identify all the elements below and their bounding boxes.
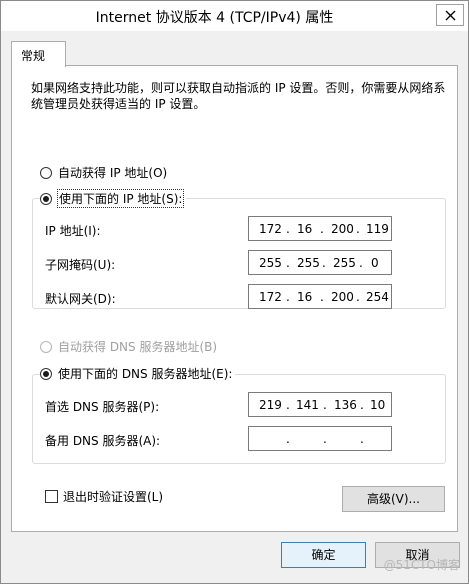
ip-dot: . xyxy=(356,290,360,304)
ip-octet: 16 xyxy=(297,290,313,304)
advanced-button[interactable]: 高级(V)... xyxy=(342,486,445,512)
ip-dot: . xyxy=(286,256,290,270)
ip-dot: . xyxy=(286,398,290,412)
validate-on-exit-option[interactable]: 退出时验证设置(L) xyxy=(45,488,163,505)
ip-octet: 200 xyxy=(331,290,354,304)
auto-ip-radio[interactable] xyxy=(40,166,52,179)
ip-octet: 219 xyxy=(259,398,282,412)
ip-address-field[interactable]: 172 . 16 . 200 . 119 xyxy=(248,216,392,241)
manual-ip-radio[interactable] xyxy=(40,192,52,205)
manual-ip-option[interactable]: 使用下面的 IP 地址(S): xyxy=(40,189,187,208)
auto-ip-option[interactable]: 自动获得 IP 地址(O) xyxy=(40,164,167,181)
auto-dns-label: 自动获得 DNS 服务器地址(B) xyxy=(58,340,218,354)
ip-octet: 255 xyxy=(333,256,356,270)
auto-ip-label: 自动获得 IP 地址(O) xyxy=(58,166,168,180)
properties-dialog: Internet 协议版本 4 (TCP/IPv4) 属性 常规 如果网络支持此… xyxy=(0,0,469,584)
ip-octet: 141 xyxy=(296,398,319,412)
ip-dot: . xyxy=(286,290,290,304)
validate-on-exit-label: 退出时验证设置(L) xyxy=(63,490,164,504)
watermark: @51CTO博客 xyxy=(383,558,460,572)
ip-octet: 10 xyxy=(370,398,386,412)
description-text: 如果网络支持此功能，则可以获取自动指派的 IP 设置。否则，你需要从网络系统管理… xyxy=(31,81,446,111)
auto-dns-option: 自动获得 DNS 服务器地址(B) xyxy=(40,338,217,355)
ip-dot: . xyxy=(323,432,327,446)
ip-dot: . xyxy=(360,398,364,412)
tab-general[interactable]: 常规 xyxy=(11,41,66,67)
title-bar: Internet 协议版本 4 (TCP/IPv4) 属性 xyxy=(1,1,468,31)
ip-octet: 172 xyxy=(259,290,282,304)
close-icon xyxy=(445,10,456,21)
alternate-dns-field[interactable]: . . . xyxy=(248,426,392,451)
ip-dot: . xyxy=(320,222,324,236)
ip-octet: 119 xyxy=(366,222,389,236)
alternate-dns-label: 备用 DNS 服务器(A): xyxy=(45,434,161,448)
ip-octet: 255 xyxy=(259,256,282,270)
auto-dns-radio xyxy=(40,340,52,353)
tab-general-label: 常规 xyxy=(21,49,46,63)
ip-octet: 16 xyxy=(297,222,313,236)
default-gateway-label: 默认网关(D): xyxy=(45,292,116,306)
preferred-dns-label: 首选 DNS 服务器(P): xyxy=(45,400,160,414)
general-tab-panel: 如果网络支持此功能，则可以获取自动指派的 IP 设置。否则，你需要从网络系统管理… xyxy=(11,65,458,532)
manual-dns-label: 使用下面的 DNS 服务器地址(E): xyxy=(58,367,233,381)
ip-dot: . xyxy=(322,256,326,270)
ip-dot: . xyxy=(356,222,360,236)
close-button[interactable] xyxy=(436,4,464,26)
ip-dot: . xyxy=(323,398,327,412)
ip-octet: 254 xyxy=(366,290,389,304)
ok-button[interactable]: 确定 xyxy=(281,542,366,568)
window-title: Internet 协议版本 4 (TCP/IPv4) 属性 xyxy=(95,10,334,26)
ip-dot: . xyxy=(360,432,364,446)
ip-octet: 200 xyxy=(331,222,354,236)
manual-ip-label: 使用下面的 IP 地址(S): xyxy=(56,189,185,208)
subnet-mask-label: 子网掩码(U): xyxy=(45,258,116,272)
ip-dot: . xyxy=(320,290,324,304)
subnet-mask-field[interactable]: 255 . 255 . 255 . 0 xyxy=(248,250,392,275)
manual-dns-radio[interactable] xyxy=(40,367,52,380)
preferred-dns-field[interactable]: 219 . 141 . 136 . 10 xyxy=(248,392,392,417)
ip-dot: . xyxy=(359,256,363,270)
default-gateway-field[interactable]: 172 . 16 . 200 . 254 xyxy=(248,284,392,309)
ip-octet: 136 xyxy=(334,398,357,412)
ip-octet: 255 xyxy=(297,256,320,270)
manual-dns-option[interactable]: 使用下面的 DNS 服务器地址(E): xyxy=(40,365,236,382)
ip-dot: . xyxy=(286,222,290,236)
validate-on-exit-checkbox[interactable] xyxy=(45,490,58,503)
ip-octet: 0 xyxy=(371,256,379,270)
ip-address-label: IP 地址(I): xyxy=(45,224,101,238)
ip-octet: 172 xyxy=(259,222,282,236)
ip-dot: . xyxy=(286,432,290,446)
